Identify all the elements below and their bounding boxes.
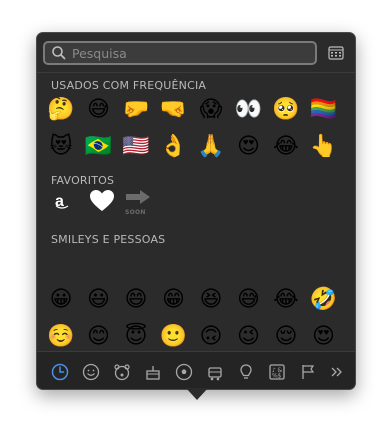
- lightbulb-icon: [240, 364, 252, 379]
- frequent-emoji[interactable]: 🙏: [196, 132, 226, 162]
- smiley-emoji[interactable]: ☺️: [46, 322, 76, 351]
- more-chevrons-icon: [331, 367, 342, 377]
- category-animals[interactable]: [112, 362, 132, 382]
- popover-tail: [186, 388, 208, 400]
- soon-arrow-icon[interactable]: SOON: [125, 189, 153, 216]
- smiley-emoji[interactable]: 🤣: [309, 285, 339, 315]
- category-travel[interactable]: [205, 362, 225, 382]
- smiley-emoji[interactable]: 😍: [309, 322, 339, 351]
- category-recent[interactable]: [50, 362, 70, 382]
- bear-icon: [114, 364, 130, 381]
- smiley-emoji[interactable]: 😂: [271, 285, 301, 315]
- frequent-emoji[interactable]: 🤜: [159, 95, 189, 125]
- search-icon: [52, 46, 66, 60]
- svg-text:$: $: [278, 373, 282, 380]
- frequent-emoji[interactable]: 🥺: [271, 95, 301, 125]
- category-symbols[interactable]: ♪ &% $: [267, 362, 287, 382]
- frequent-emoji[interactable]: 😅: [84, 95, 114, 125]
- search-input[interactable]: [68, 45, 296, 61]
- heart-icon[interactable]: [89, 188, 115, 214]
- smiley-icon: [82, 363, 100, 381]
- smiley-emoji[interactable]: 😊: [84, 322, 114, 351]
- cake-icon: [146, 366, 160, 380]
- frequent-emoji[interactable]: 🤛: [121, 95, 151, 125]
- frequent-emoji[interactable]: 😍: [234, 132, 264, 162]
- symbols-icon: ♪ &% $: [269, 364, 285, 380]
- smiley-emoji[interactable]: 😄: [121, 285, 151, 315]
- frequent-emoji[interactable]: 🇺🇸: [121, 132, 151, 162]
- frequent-emoji[interactable]: 👀: [234, 95, 264, 125]
- frequent-emoji[interactable]: 👌: [159, 132, 189, 162]
- frequent-emoji[interactable]: 🇧🇷: [84, 132, 114, 162]
- frequent-emoji[interactable]: 🤔: [46, 95, 76, 125]
- amazon-icon[interactable]: a: [55, 191, 75, 211]
- smiley-emoji[interactable]: 😀: [46, 285, 76, 315]
- frequent-emoji[interactable]: 👆: [309, 132, 339, 162]
- character-viewer-icon[interactable]: [328, 45, 344, 61]
- car-icon: [208, 367, 222, 381]
- category-bar: ♪ &% $: [37, 351, 355, 389]
- section-title-favorites: FAVORITOS: [51, 174, 115, 187]
- smiley-emoji[interactable]: 🙃: [196, 322, 226, 351]
- frequent-emoji[interactable]: 😱: [196, 95, 226, 125]
- frequent-emoji[interactable]: 😂: [271, 132, 301, 162]
- frequent-emoji[interactable]: 😻: [46, 132, 76, 162]
- smiley-emoji[interactable]: 😆: [196, 285, 226, 315]
- category-flags[interactable]: [298, 362, 318, 382]
- smiley-emoji[interactable]: 😇: [121, 322, 151, 351]
- category-objects[interactable]: [236, 362, 256, 382]
- smiley-emoji[interactable]: 😁: [159, 285, 189, 315]
- category-activity[interactable]: [174, 362, 194, 382]
- frequent-emoji[interactable]: 🏳️‍🌈: [309, 95, 339, 125]
- smiley-emoji[interactable]: 😌: [271, 322, 301, 351]
- emoji-scroll-area[interactable]: USADOS COM FREQUÊNCIA 🤔 😅 🤛 🤜 😱 👀 🥺 🏳️‍🌈 😻 🇧🇷 🇺🇸 👌 🙏…: [37, 73, 355, 351]
- search-field[interactable]: [43, 41, 317, 65]
- category-food[interactable]: [143, 362, 163, 382]
- smiley-emoji[interactable]: 🙂: [159, 322, 189, 351]
- clock-icon: [51, 363, 69, 381]
- soon-label: SOON: [125, 209, 146, 216]
- smiley-emoji[interactable]: 😉: [234, 322, 264, 351]
- smiley-emoji[interactable]: 😃: [84, 285, 114, 315]
- emoji-picker-popover: USADOS COM FREQUÊNCIA 🤔😅🤛🤜😱👀🥺🏳️‍🌈😻🇧🇷🇺🇸👌🙏…: [36, 32, 356, 390]
- category-more[interactable]: [327, 362, 347, 382]
- category-smileys[interactable]: [81, 362, 101, 382]
- flag-icon: [302, 365, 315, 379]
- section-title-smileys: SMILEYS E PESSOAS: [51, 233, 166, 246]
- soccer-ball-icon: [175, 363, 193, 381]
- smiley-emoji[interactable]: 😅: [234, 285, 264, 315]
- section-title-frequent: USADOS COM FREQUÊNCIA: [51, 79, 207, 92]
